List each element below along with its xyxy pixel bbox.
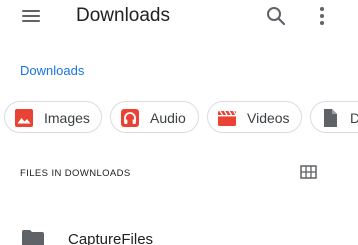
breadcrumb[interactable]: Downloads (20, 63, 84, 79)
filter-chip-videos[interactable]: Videos (207, 101, 302, 133)
list-item[interactable]: CaptureFiles (0, 222, 358, 245)
image-icon (15, 109, 33, 127)
more-vert-icon[interactable] (312, 5, 332, 27)
page-title: Downloads (76, 5, 170, 26)
filter-chips: Images Audio Videos D (0, 101, 358, 137)
hamburger-menu-icon[interactable] (22, 9, 42, 23)
filter-chip-audio[interactable]: Audio (110, 101, 199, 133)
folder-icon (22, 230, 44, 245)
filter-chip-label: Documents (350, 110, 358, 126)
filter-chip-images[interactable]: Images (4, 101, 102, 133)
search-icon[interactable] (265, 5, 287, 27)
movie-icon (218, 109, 237, 127)
section-title: FILES IN DOWNLOADS (20, 168, 131, 179)
filter-chip-label: Audio (150, 110, 186, 126)
headphones-icon (121, 109, 139, 127)
document-icon (321, 109, 339, 127)
filter-chip-documents[interactable]: Documents (310, 101, 358, 133)
file-name: CaptureFiles (68, 231, 154, 245)
filter-chip-label: Videos (247, 110, 290, 126)
grid-view-icon[interactable] (300, 165, 317, 179)
filter-chip-label: Images (44, 110, 90, 126)
app-bar: Downloads (0, 0, 358, 34)
